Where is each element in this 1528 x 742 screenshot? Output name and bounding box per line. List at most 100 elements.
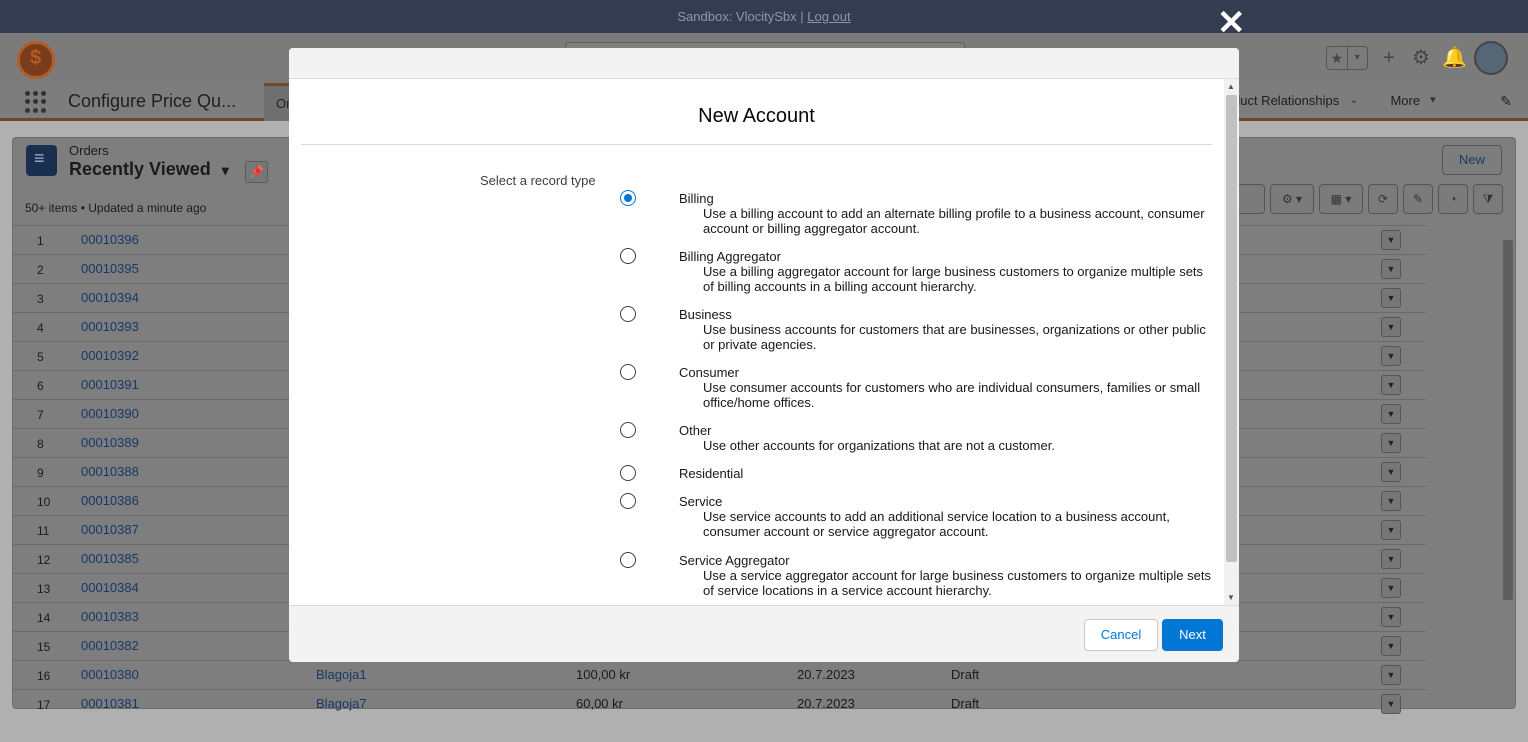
row-actions-icon[interactable]: ▼ xyxy=(1381,433,1401,453)
filter-icon[interactable]: ⧩ xyxy=(1473,184,1503,214)
record-type-description: Use service accounts to add an additiona… xyxy=(703,509,1170,539)
row-number: 15 xyxy=(37,640,51,654)
order-number-link[interactable]: 00010396 xyxy=(81,232,139,247)
record-type-radio[interactable] xyxy=(620,422,636,438)
page-scrollbar[interactable] xyxy=(1500,228,1516,708)
account-link[interactable]: Blagoja7 xyxy=(316,696,367,711)
order-number-link[interactable]: 00010390 xyxy=(81,406,139,421)
order-number-link[interactable]: 00010392 xyxy=(81,348,139,363)
record-type-radio[interactable] xyxy=(620,190,636,206)
new-button[interactable]: New xyxy=(1442,145,1502,175)
row-actions-icon[interactable]: ▼ xyxy=(1381,491,1401,511)
chart-icon[interactable]: ◔ xyxy=(1438,184,1468,214)
list-view-title[interactable]: Recently Viewed ▾ xyxy=(69,159,229,180)
order-date: 20.7.2023 xyxy=(797,667,855,682)
record-type-description: Use a billing aggregator account for lar… xyxy=(703,264,1204,294)
order-number-link[interactable]: 00010391 xyxy=(81,377,139,392)
order-number-link[interactable]: 00010385 xyxy=(81,551,139,566)
app-launcher-icon[interactable] xyxy=(25,91,47,113)
table-row: 16 00010380 Blagoja1 100,00 kr 20.7.2023 Draf… xyxy=(13,660,1426,689)
bell-icon[interactable]: 🔔 xyxy=(1442,47,1467,69)
list-toolbar: ⚙ ▾ ▦ ▾ ⟳ ✎ ◔ ⧩ xyxy=(1237,184,1503,214)
row-actions-icon[interactable]: ▼ xyxy=(1381,375,1401,395)
order-number-link[interactable]: 00010384 xyxy=(81,580,139,595)
record-type-label-2[interactable]: Business xyxy=(679,307,732,322)
scroll-down-icon[interactable]: ▼ xyxy=(1227,593,1235,602)
refresh-icon[interactable]: ⟳ xyxy=(1368,184,1398,214)
account-link[interactable]: Blagoja1 xyxy=(316,667,367,682)
record-type-description: Use a service aggregator account for lar… xyxy=(703,568,1211,598)
record-type-description: Use a billing account to add an alternat… xyxy=(703,206,1205,236)
gear-icon[interactable]: ⚙ xyxy=(1410,47,1432,69)
row-actions-icon[interactable]: ▼ xyxy=(1381,607,1401,627)
edit-nav-icon[interactable]: ✎ xyxy=(1500,93,1512,110)
nav-right-tabs: duct Relationships ⌄ More ▾ xyxy=(1233,93,1436,108)
pin-icon[interactable]: 📌 xyxy=(245,161,268,183)
record-type-label-4[interactable]: Other xyxy=(679,423,712,438)
record-type-radio[interactable] xyxy=(620,306,636,322)
record-type-radio[interactable] xyxy=(620,364,636,380)
close-icon[interactable]: ✕ xyxy=(1217,6,1246,40)
order-number-link[interactable]: 00010387 xyxy=(81,522,139,537)
row-actions-icon[interactable]: ▼ xyxy=(1381,404,1401,424)
order-number-link[interactable]: 00010388 xyxy=(81,464,139,479)
order-number-link[interactable]: 00010386 xyxy=(81,493,139,508)
favorites-button[interactable]: ★ ▾ xyxy=(1326,46,1368,70)
row-actions-icon[interactable]: ▼ xyxy=(1381,230,1401,250)
scroll-up-icon[interactable]: ▲ xyxy=(1227,82,1235,91)
order-number-link[interactable]: 00010393 xyxy=(81,319,139,334)
record-type-radio[interactable] xyxy=(620,493,636,509)
record-type-radio[interactable] xyxy=(620,552,636,568)
record-type-label-7[interactable]: Service Aggregator xyxy=(679,553,790,568)
order-number-link[interactable]: 00010382 xyxy=(81,638,139,653)
row-actions-icon[interactable]: ▼ xyxy=(1381,665,1401,685)
next-button[interactable]: Next xyxy=(1162,619,1223,651)
order-status: Draft xyxy=(951,667,980,682)
order-number-link[interactable]: 00010380 xyxy=(81,667,139,682)
order-number-link[interactable]: 00010381 xyxy=(81,696,139,711)
avatar[interactable] xyxy=(1474,41,1508,75)
order-number-link[interactable]: 00010383 xyxy=(81,609,139,624)
tab-product-relationships[interactable]: duct Relationships xyxy=(1233,93,1339,108)
order-number-link[interactable]: 00010394 xyxy=(81,290,139,305)
tab-more[interactable]: More xyxy=(1390,93,1420,108)
add-icon[interactable]: + xyxy=(1378,47,1400,69)
chevron-down-icon[interactable]: ▾ xyxy=(222,162,229,178)
logout-link[interactable]: Log out xyxy=(807,9,850,24)
row-actions-icon[interactable]: ▼ xyxy=(1381,288,1401,308)
row-actions-icon[interactable]: ▼ xyxy=(1381,694,1401,714)
row-actions-icon[interactable]: ▼ xyxy=(1381,520,1401,540)
modal-scrollbar[interactable]: ▲ ▼ xyxy=(1224,79,1239,605)
row-actions-icon[interactable]: ▼ xyxy=(1381,636,1401,656)
app-logo-icon[interactable] xyxy=(17,41,55,79)
divider xyxy=(301,144,1212,145)
search-list-input[interactable] xyxy=(1237,184,1265,214)
record-type-label-0[interactable]: Billing xyxy=(679,191,714,206)
record-type-label-3[interactable]: Consumer xyxy=(679,365,739,380)
chevron-down-icon[interactable]: ▾ xyxy=(1430,93,1436,108)
order-number-link[interactable]: 00010395 xyxy=(81,261,139,276)
display-as-button[interactable]: ▦ ▾ xyxy=(1319,184,1363,214)
chevron-down-icon[interactable]: ⌄ xyxy=(1349,93,1358,108)
scrollbar-thumb[interactable] xyxy=(1226,95,1237,562)
modal-footer: Cancel Next xyxy=(289,605,1239,662)
row-actions-icon[interactable]: ▼ xyxy=(1381,549,1401,569)
star-icon[interactable]: ★ xyxy=(1327,47,1347,69)
record-type-radio[interactable] xyxy=(620,248,636,264)
row-actions-icon[interactable]: ▼ xyxy=(1381,317,1401,337)
row-actions-icon[interactable]: ▼ xyxy=(1381,462,1401,482)
edit-list-icon[interactable]: ✎ xyxy=(1403,184,1433,214)
record-type-label-1[interactable]: Billing Aggregator xyxy=(679,249,781,264)
row-actions-icon[interactable]: ▼ xyxy=(1381,259,1401,279)
chevron-down-icon[interactable]: ▾ xyxy=(1346,47,1368,69)
list-settings-button[interactable]: ⚙ ▾ xyxy=(1270,184,1314,214)
record-type-label-6[interactable]: Service xyxy=(679,494,722,509)
cancel-button[interactable]: Cancel xyxy=(1084,619,1158,651)
row-actions-icon[interactable]: ▼ xyxy=(1381,346,1401,366)
row-number: 3 xyxy=(37,292,44,306)
row-actions-icon[interactable]: ▼ xyxy=(1381,578,1401,598)
record-type-description: Use business accounts for customers that… xyxy=(703,322,1206,352)
record-type-radio[interactable] xyxy=(620,465,636,481)
order-number-link[interactable]: 00010389 xyxy=(81,435,139,450)
record-type-label-5[interactable]: Residential xyxy=(679,466,743,481)
